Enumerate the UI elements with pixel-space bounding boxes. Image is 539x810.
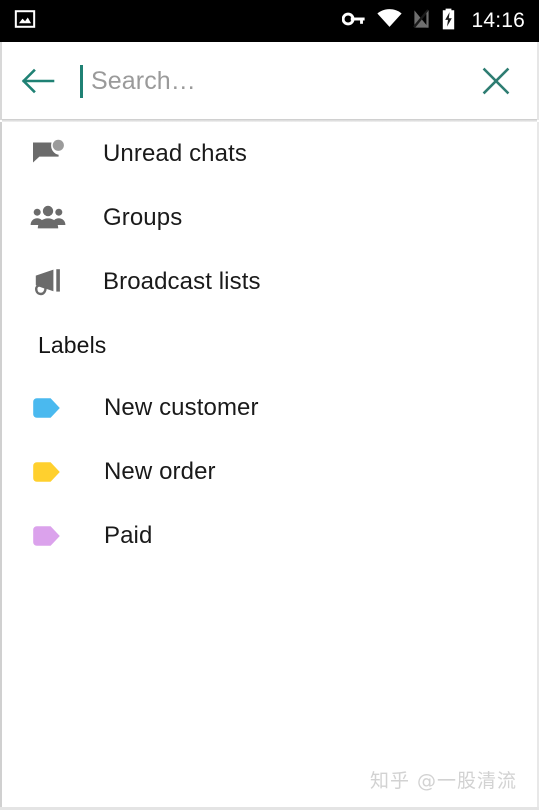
section-title: Labels xyxy=(38,332,107,358)
groups-icon xyxy=(28,198,68,238)
filter-label: Groups xyxy=(103,204,183,231)
search-input[interactable]: Search… xyxy=(78,55,469,107)
vpn-key-icon xyxy=(342,9,366,34)
search-filters-list: Unread chats Groups Broadcast lists Labe… xyxy=(0,122,539,810)
label-item-paid[interactable]: Paid xyxy=(2,504,537,568)
signal-off-icon xyxy=(413,8,430,34)
mark-chat-unread-icon xyxy=(28,134,68,174)
label-name: Paid xyxy=(104,522,153,549)
label-item-new-customer[interactable]: New customer xyxy=(2,376,537,440)
label-tag-icon xyxy=(28,516,68,556)
filter-item-groups[interactable]: Groups xyxy=(2,186,537,250)
filter-label: Unread chats xyxy=(103,140,247,167)
app-screen: 14:16 Search… Unread chats Groups Broadc… xyxy=(0,0,539,810)
wifi-icon xyxy=(377,9,403,33)
label-tag-icon xyxy=(28,452,68,492)
filter-item-unread-chats[interactable]: Unread chats xyxy=(2,122,537,186)
gallery-icon xyxy=(14,8,36,35)
filter-item-broadcast-lists[interactable]: Broadcast lists xyxy=(2,250,537,314)
battery-charging-icon xyxy=(441,8,456,35)
status-bar: 14:16 xyxy=(0,0,539,42)
watermark: 知乎 @一股清流 xyxy=(369,770,517,792)
close-search-button[interactable] xyxy=(469,54,523,108)
label-tag-icon xyxy=(28,388,68,428)
broadcast-icon xyxy=(28,262,68,302)
search-app-bar: Search… xyxy=(0,42,539,120)
status-bar-clock: 14:16 xyxy=(471,8,525,32)
search-placeholder: Search… xyxy=(91,67,196,95)
label-name: New customer xyxy=(104,394,259,421)
status-bar-right-icons: 14:16 xyxy=(342,8,525,35)
filter-label: Broadcast lists xyxy=(103,268,261,295)
back-button[interactable] xyxy=(12,55,64,107)
status-bar-left-icons xyxy=(14,8,36,35)
label-name: New order xyxy=(104,458,216,485)
label-item-new-order[interactable]: New order xyxy=(2,440,537,504)
labels-section-header: Labels xyxy=(2,314,537,376)
text-cursor xyxy=(80,65,83,98)
